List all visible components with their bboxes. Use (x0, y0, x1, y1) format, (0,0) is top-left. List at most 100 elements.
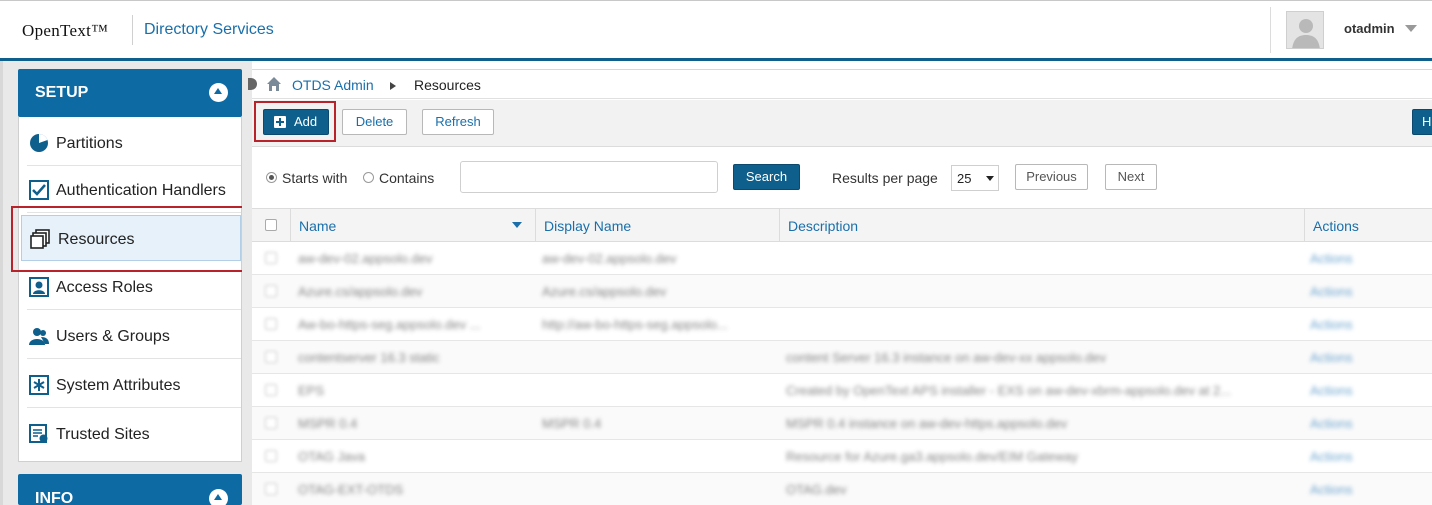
row-checkbox[interactable] (265, 450, 277, 462)
cell-display-name: MSPR 0.4 (542, 416, 602, 431)
help-button[interactable]: H (1412, 109, 1432, 135)
column-header-description[interactable]: Description (788, 218, 858, 234)
table-row[interactable]: contentserver 16.3 static content Server… (252, 341, 1432, 374)
cell-name: OTAG-EXT-OTDS (298, 482, 404, 497)
cell-description: Resource for Azure.ga3.appsolo.dev/EIM G… (786, 449, 1078, 464)
access-roles-icon (29, 277, 49, 297)
row-actions-link[interactable]: Actions (1310, 317, 1370, 332)
collapse-up-icon[interactable] (209, 83, 228, 102)
sidebar-edge (0, 61, 3, 505)
search-bar: Starts with Contains Search Results per … (252, 148, 1432, 208)
app-header: OpenText™ Directory Services otadmin (0, 0, 1432, 62)
breadcrumb-root[interactable]: OTDS Admin (292, 77, 374, 93)
row-actions-link[interactable]: Actions (1310, 416, 1370, 431)
results-per-page-select[interactable]: 25 (951, 165, 999, 191)
search-input[interactable] (460, 161, 718, 193)
row-actions-link[interactable]: Actions (1310, 251, 1370, 266)
previous-button[interactable]: Previous (1015, 164, 1088, 190)
sidebar-item-label: Access Roles (56, 279, 153, 296)
column-header-name[interactable]: Name (299, 218, 336, 234)
radio-contains[interactable] (363, 172, 374, 183)
product-title: Directory Services (144, 21, 274, 38)
next-button[interactable]: Next (1105, 164, 1157, 190)
table-row[interactable]: Aw-bo-https-seg.appsolo.dev ... http://a… (252, 308, 1432, 341)
sidebar-item-users-groups[interactable]: Users & Groups (27, 313, 241, 359)
cell-description: MSPR 0.4 instance on aw-dev-https.appsol… (786, 416, 1068, 431)
table-header: Name Display Name Description Actions (252, 208, 1432, 242)
chevron-down-icon[interactable] (1405, 25, 1417, 32)
refresh-button[interactable]: Refresh (422, 109, 494, 135)
sidebar-item-label: System Attributes (56, 377, 181, 394)
home-icon[interactable] (266, 76, 282, 92)
row-checkbox[interactable] (265, 483, 277, 495)
table-row[interactable]: OTAG Java Resource for Azure.ga3.appsolo… (252, 440, 1432, 473)
user-name[interactable]: otadmin (1344, 21, 1395, 36)
column-divider (535, 209, 536, 242)
row-checkbox[interactable] (265, 252, 277, 264)
row-checkbox[interactable] (265, 417, 277, 429)
row-actions-link[interactable]: Actions (1310, 284, 1370, 299)
toolbar: Add Delete Refresh H (252, 100, 1432, 147)
delete-button[interactable]: Delete (342, 109, 407, 135)
sidebar-item-label: Users & Groups (56, 328, 170, 345)
opentext-logo: OpenText™ (22, 21, 109, 40)
radio-starts-with-label[interactable]: Starts with (282, 170, 347, 186)
breadcrumb: OTDS Admin Resources (248, 69, 1432, 99)
sort-desc-icon[interactable] (512, 222, 522, 228)
splitter-handle[interactable] (248, 78, 257, 90)
collapse-up-icon[interactable] (209, 489, 228, 505)
cell-description: OTAG.dev (786, 482, 847, 497)
column-header-display-name[interactable]: Display Name (544, 218, 631, 234)
results-per-page-label: Results per page (832, 170, 938, 186)
cell-name: OTAG Java (298, 449, 365, 464)
users-icon (29, 328, 49, 345)
setup-panel-header[interactable]: SETUP (18, 69, 242, 117)
column-header-actions: Actions (1313, 218, 1359, 234)
logo-divider (132, 15, 133, 45)
setup-menu: Partitions Authentication Handlers Resou… (18, 117, 242, 462)
sidebar-item-trusted-sites[interactable]: Trusted Sites (27, 411, 241, 457)
radio-starts-with[interactable] (266, 172, 277, 183)
row-actions-link[interactable]: Actions (1310, 449, 1370, 464)
asterisk-icon (29, 375, 49, 395)
table-row[interactable]: aw-dev-02.appsolo.dev aw-dev-02.appsolo.… (252, 242, 1432, 275)
sidebar-item-label: Partitions (56, 135, 123, 152)
sidebar-item-partitions[interactable]: Partitions (27, 120, 241, 166)
table-row[interactable]: Azure.cs/appsolo.dev Azure.cs/appsolo.de… (252, 275, 1432, 308)
row-checkbox[interactable] (265, 285, 277, 297)
cell-description: content Server 16.3 instance on aw-dev-x… (786, 350, 1107, 365)
row-actions-link[interactable]: Actions (1310, 383, 1370, 398)
breadcrumb-current: Resources (414, 77, 481, 93)
column-divider (1304, 209, 1305, 242)
row-actions-link[interactable]: Actions (1310, 482, 1370, 497)
search-button[interactable]: Search (733, 164, 800, 190)
chevron-down-icon (986, 176, 994, 181)
cell-name: EPS (298, 383, 325, 398)
cell-name: aw-dev-02.appsolo.dev (298, 251, 433, 266)
cell-display-name: http://aw-bo-https-seg.appsolo... (542, 317, 728, 332)
user-avatar-icon (1287, 12, 1323, 48)
resources-table: Name Display Name Description Actions aw… (252, 208, 1432, 505)
add-highlight (254, 101, 336, 142)
info-panel-header[interactable]: INFO (18, 474, 242, 505)
select-all-checkbox[interactable] (265, 219, 277, 231)
main-panel: OTDS Admin Resources Add Delete Refresh … (248, 61, 1432, 505)
radio-contains-label[interactable]: Contains (379, 170, 434, 186)
sidebar-item-label: Trusted Sites (56, 426, 150, 443)
results-per-page-value: 25 (957, 171, 972, 186)
cell-display-name: Azure.cs/appsolo.dev (542, 284, 667, 299)
row-checkbox[interactable] (265, 318, 277, 330)
main-gutter (242, 61, 252, 505)
table-row[interactable]: OTAG-EXT-OTDS OTAG.dev Actions (252, 473, 1432, 505)
table-row[interactable]: EPS Created by OpenText APS installer - … (252, 374, 1432, 407)
help-button-label: H (1422, 114, 1432, 129)
cell-name: Aw-bo-https-seg.appsolo.dev ... (298, 317, 481, 332)
table-row[interactable]: MSPR 0.4 MSPR 0.4 MSPR 0.4 instance on a… (252, 407, 1432, 440)
sidebar-item-system-attributes[interactable]: System Attributes (27, 362, 241, 408)
row-checkbox[interactable] (265, 351, 277, 363)
avatar[interactable] (1286, 11, 1324, 49)
trusted-sites-icon (29, 424, 48, 443)
row-checkbox[interactable] (265, 384, 277, 396)
row-actions-link[interactable]: Actions (1310, 350, 1370, 365)
resources-highlight (11, 206, 249, 272)
